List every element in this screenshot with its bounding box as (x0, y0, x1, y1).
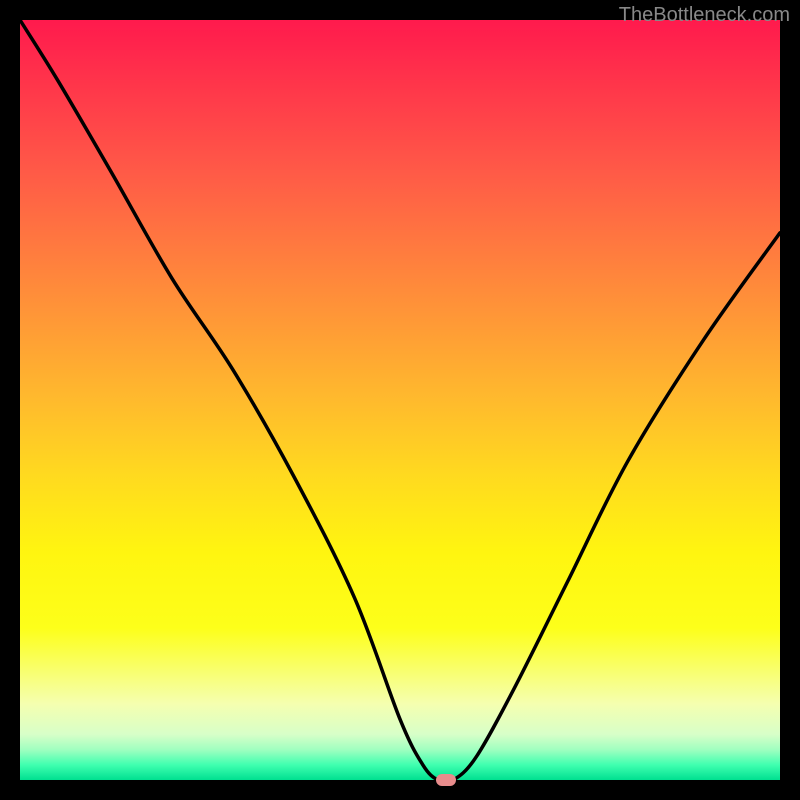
optimal-point-marker (436, 774, 456, 786)
curve-svg (20, 20, 780, 780)
bottleneck-curve-path (20, 20, 780, 780)
plot-area (20, 20, 780, 780)
watermark-text: TheBottleneck.com (619, 4, 790, 27)
chart-container: TheBottleneck.com (0, 0, 800, 800)
